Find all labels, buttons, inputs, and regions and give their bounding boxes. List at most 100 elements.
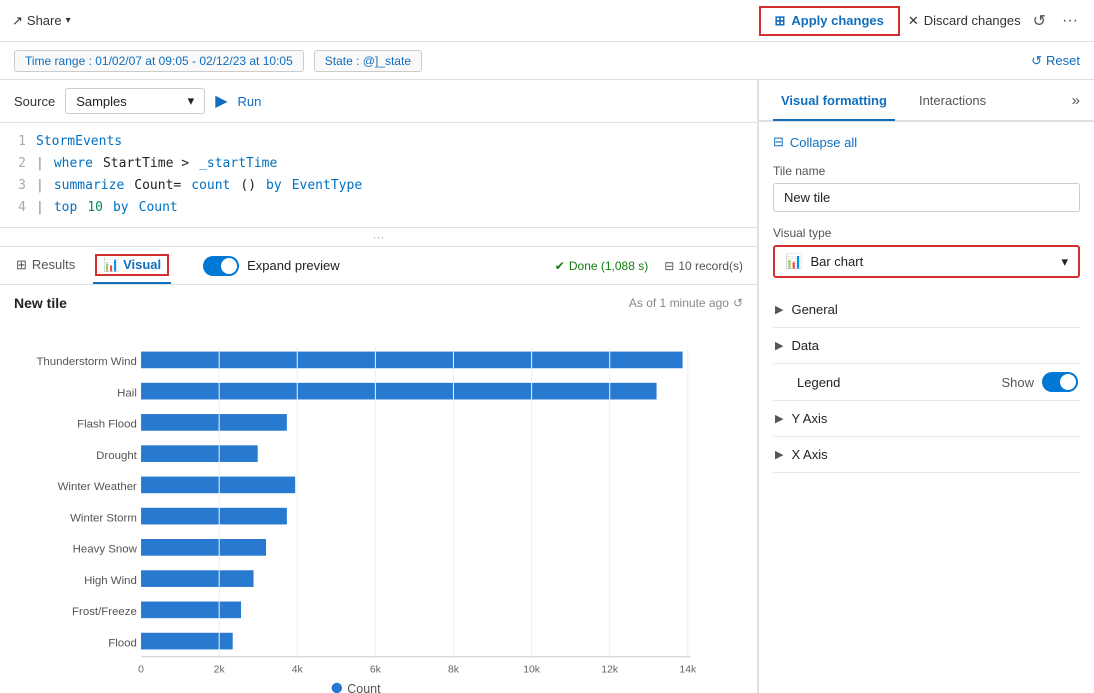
apply-icon: ⊞: [775, 13, 786, 29]
records-label: 10 record(s): [678, 259, 743, 273]
y-axis-accordion: ▶ Y Axis: [773, 401, 1080, 437]
chevron-down-icon: ▾: [66, 15, 71, 26]
collapse-all-label: Collapse all: [790, 135, 857, 150]
refresh-button[interactable]: ↺: [1029, 7, 1050, 35]
discard-changes-label: Discard changes: [924, 13, 1021, 28]
collapse-icon: ⊟: [773, 134, 784, 150]
apply-changes-label: Apply changes: [791, 13, 883, 28]
check-icon: ✔: [555, 259, 565, 273]
tile-name-input[interactable]: [773, 183, 1080, 212]
tab-visual[interactable]: 📊 Visual: [93, 247, 171, 284]
legend-show-label: Show: [1001, 375, 1034, 390]
x-axis-accordion-header[interactable]: ▶ X Axis: [773, 437, 1080, 472]
expand-preview-toggle[interactable]: [203, 256, 239, 276]
chevron-right-icon: ▶: [775, 303, 783, 316]
chevron-right-icon-data: ▶: [775, 339, 783, 352]
legend-section: Legend Show: [773, 364, 1080, 401]
svg-text:8k: 8k: [448, 664, 460, 675]
chart-timestamp: As of 1 minute ago ↺: [629, 296, 743, 310]
source-row: Source Samples ▾ ▶ Run: [0, 80, 757, 123]
code-editor: 1 StormEvents 2 | where StartTime > _sta…: [0, 123, 757, 228]
source-label: Source: [14, 94, 55, 109]
tile-name-field-label: Tile name: [773, 164, 1080, 178]
state-label: State :: [325, 54, 360, 68]
svg-text:14k: 14k: [679, 664, 697, 675]
svg-text:Hail: Hail: [117, 387, 137, 399]
bar-chart-svg: Thunderstorm Wind Hail Flash Flood Droug…: [14, 319, 743, 693]
close-icon: ✕: [908, 13, 919, 29]
tab-results[interactable]: ⊞ Results: [14, 247, 77, 284]
code-line-1-text: StormEvents: [36, 131, 122, 153]
y-axis-label: Y Axis: [791, 411, 827, 426]
line-number: 4: [10, 197, 26, 219]
svg-text:4k: 4k: [292, 664, 304, 675]
svg-text:Winter Weather: Winter Weather: [58, 481, 137, 493]
code-line-3: 3 | summarize Count= count () by EventTy…: [10, 175, 747, 197]
tab-visual-formatting[interactable]: Visual formatting: [773, 81, 895, 121]
refresh-chart-icon[interactable]: ↺: [733, 296, 743, 310]
left-panel: Source Samples ▾ ▶ Run 1 StormEvents 2 |…: [0, 80, 758, 693]
visual-type-field-label: Visual type: [773, 226, 1080, 240]
state-badge: State : @]_state: [314, 50, 422, 72]
timestamp-text: As of 1 minute ago: [629, 296, 729, 310]
visual-type-dropdown[interactable]: 📊 Bar chart ▾: [773, 245, 1080, 278]
legend-right: Show: [1001, 372, 1078, 392]
legend-toggle[interactable]: [1042, 372, 1078, 392]
right-panel-content: ⊟ Collapse all Tile name Visual type 📊 B…: [759, 122, 1094, 693]
expand-panel-icon[interactable]: »: [1072, 92, 1080, 109]
discard-changes-button[interactable]: ✕ Discard changes: [908, 13, 1021, 29]
x-axis-accordion: ▶ X Axis: [773, 437, 1080, 473]
visual-type-value: Bar chart: [810, 254, 863, 269]
general-accordion: ▶ General: [773, 292, 1080, 328]
svg-text:6k: 6k: [370, 664, 382, 675]
share-label: Share: [27, 13, 62, 28]
legend-section-label: Legend: [775, 375, 840, 390]
apply-changes-button[interactable]: ⊞ Apply changes: [759, 6, 900, 36]
tab-interactions[interactable]: Interactions: [911, 81, 994, 121]
run-button[interactable]: Run: [238, 94, 262, 109]
source-select[interactable]: Samples ▾: [65, 88, 205, 114]
chevron-right-icon-y: ▶: [775, 412, 783, 425]
visual-type-chevron-icon: ▾: [1061, 254, 1068, 270]
filter-left: Time range : 01/02/07 at 09:05 - 02/12/2…: [14, 50, 422, 72]
filter-bar: Time range : 01/02/07 at 09:05 - 02/12/2…: [0, 42, 1094, 80]
visual-formatting-label: Visual formatting: [781, 93, 887, 108]
dropdown-chevron-icon: ▾: [188, 93, 195, 109]
time-range-label: Time range : 01/02/07 at 09:05 - 02/12/2…: [25, 54, 293, 68]
collapse-all-button[interactable]: ⊟ Collapse all: [773, 134, 857, 150]
tab-visual-border: 📊 Visual: [95, 254, 169, 276]
code-line-2: 2 | where StartTime > _startTime: [10, 153, 747, 175]
records-icon: ⊟: [664, 259, 674, 273]
general-accordion-header[interactable]: ▶ General: [773, 292, 1080, 327]
svg-text:Thunderstorm Wind: Thunderstorm Wind: [36, 356, 136, 368]
svg-text:High Wind: High Wind: [84, 575, 137, 587]
right-panel: Visual formatting Interactions » ⊟ Colla…: [758, 80, 1094, 693]
y-axis-accordion-header[interactable]: ▶ Y Axis: [773, 401, 1080, 436]
main-layout: Source Samples ▾ ▶ Run 1 StormEvents 2 |…: [0, 80, 1094, 693]
visual-type-left: 📊 Bar chart: [785, 253, 863, 270]
reset-icon: ↺: [1031, 53, 1042, 69]
tab-results-label: Results: [32, 257, 75, 272]
data-label: Data: [791, 338, 818, 353]
play-icon[interactable]: ▶: [215, 91, 227, 111]
svg-text:Frost/Freeze: Frost/Freeze: [72, 606, 137, 618]
more-options-button[interactable]: ···: [1058, 8, 1082, 34]
reset-button[interactable]: ↺ Reset: [1031, 53, 1080, 69]
reset-label: Reset: [1046, 53, 1080, 68]
chart-area: New tile As of 1 minute ago ↺ Thundersto…: [0, 285, 757, 693]
svg-text:Count: Count: [347, 682, 381, 693]
svg-text:Drought: Drought: [96, 450, 138, 462]
bar-chart-icon: 📊: [785, 253, 802, 270]
line-number: 1: [10, 131, 26, 153]
table-icon: ⊞: [16, 257, 27, 273]
svg-text:2k: 2k: [214, 664, 226, 675]
bar-chart-small-icon: 📊: [103, 257, 119, 272]
code-line-1: 1 StormEvents: [10, 131, 747, 153]
done-badge: ✔ Done (1,088 s): [555, 259, 648, 273]
top-toolbar: ↗ Share ▾ ⊞ Apply changes ✕ Discard chan…: [0, 0, 1094, 42]
svg-text:10k: 10k: [523, 664, 541, 675]
data-accordion-header[interactable]: ▶ Data: [773, 328, 1080, 363]
code-line-4: 4 | top 10 by Count: [10, 197, 747, 219]
source-selected-value: Samples: [76, 94, 127, 109]
share-button[interactable]: ↗ Share ▾: [12, 13, 71, 29]
